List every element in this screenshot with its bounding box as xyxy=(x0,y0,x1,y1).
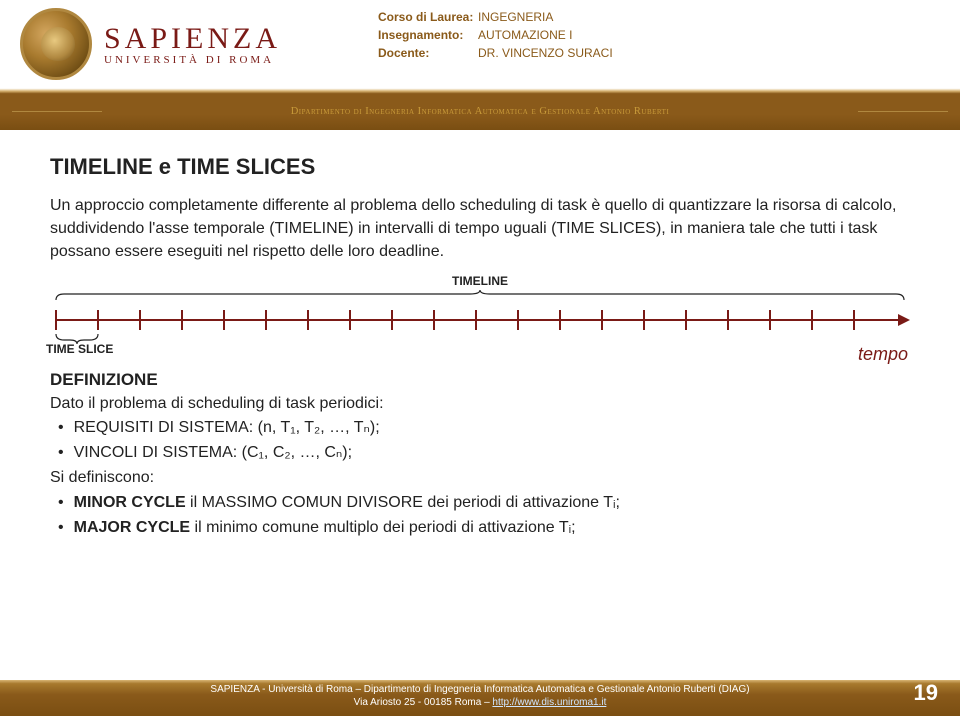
footer-line-2: Via Ariosto 25 - 00185 Roma – http://www… xyxy=(0,696,960,709)
meta-label: Corso di Laurea: xyxy=(378,8,478,26)
footer-line-1: SAPIENZA - Università di Roma – Dipartim… xyxy=(0,683,960,696)
timeline-label: TIMELINE xyxy=(50,274,910,288)
definition-mid: Si definiscono: xyxy=(50,466,910,491)
paragraph: Un approccio completamente differente al… xyxy=(50,194,910,264)
time-slice-label: TIME SLICE xyxy=(46,342,910,356)
slide-content: TIMELINE e TIME SLICES Un approccio comp… xyxy=(0,130,960,540)
slide-header: SAPIENZA UNIVERSITÀ DI ROMA Corso di Lau… xyxy=(0,0,960,130)
page-title: TIMELINE e TIME SLICES xyxy=(50,154,910,180)
list-item: VINCOLI DI SISTEMA: (C₁, C₂, …, Cₙ); xyxy=(58,441,910,466)
list-item: MAJOR CYCLE il minimo comune multiplo de… xyxy=(58,516,910,541)
page-number: 19 xyxy=(914,679,938,708)
timeline-diagram: TIMELINE xyxy=(50,274,910,356)
axis-label-tempo: tempo xyxy=(858,344,908,365)
meta-value: AUTOMAZIONE I xyxy=(478,26,572,44)
footer-link[interactable]: http://www.dis.uniroma1.it xyxy=(492,697,606,708)
logo-main-text: SAPIENZA xyxy=(104,22,281,56)
slide-footer: SAPIENZA - Università di Roma – Dipartim… xyxy=(0,680,960,716)
meta-label: Docente: xyxy=(378,44,478,62)
course-meta: Corso di Laurea:INGEGNERIA Insegnamento:… xyxy=(378,8,613,62)
meta-value: INGEGNERIA xyxy=(478,8,553,26)
meta-value: DR. VINCENZO SURACI xyxy=(478,44,613,62)
definition-intro: Dato il problema di scheduling di task p… xyxy=(50,392,910,417)
sapienza-seal-icon xyxy=(20,8,92,80)
logo-sub-text: UNIVERSITÀ DI ROMA xyxy=(104,54,281,66)
meta-label: Insegnamento: xyxy=(378,26,478,44)
requirements-list: REQUISITI DI SISTEMA: (n, T₁, T₂, …, Tₙ)… xyxy=(50,416,910,466)
list-item: REQUISITI DI SISTEMA: (n, T₁, T₂, …, Tₙ)… xyxy=(58,416,910,441)
definition-heading: DEFINIZIONE xyxy=(50,370,910,390)
department-band: Dipartimento di Ingegneria Informatica A… xyxy=(0,98,960,126)
list-item: MINOR CYCLE il MASSIMO COMUN DIVISORE de… xyxy=(58,491,910,516)
cycles-list: MINOR CYCLE il MASSIMO COMUN DIVISORE de… xyxy=(50,491,910,541)
timeline-axis-icon xyxy=(50,290,910,344)
